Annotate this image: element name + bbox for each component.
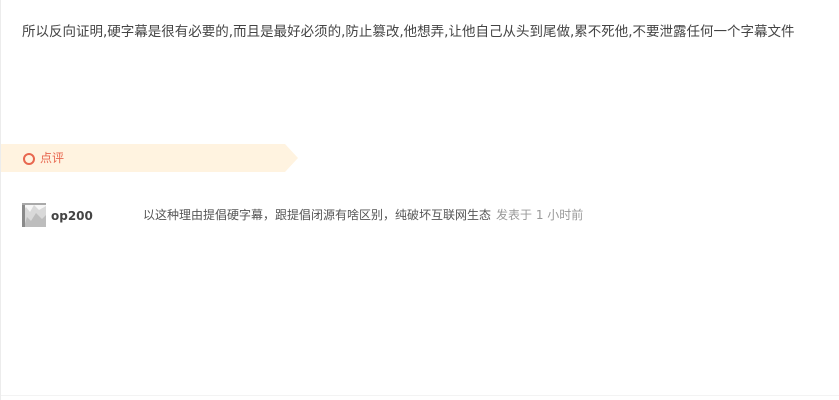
circle-icon xyxy=(23,153,35,165)
post-body-text: 所以反向证明,硬字幕是很有必要的,而且是最好必须的,防止篡改,他想弄,让他自己从… xyxy=(22,24,795,40)
rate-section-title: 点评 xyxy=(40,151,65,165)
comment-username[interactable]: op200 xyxy=(51,208,93,224)
comment-content: 以这种理由提倡硬字幕，跟提倡闭源有啥区别，纯破坏互联网生态 xyxy=(143,208,492,222)
avatar-image-icon xyxy=(22,203,46,227)
comment-text: 以这种理由提倡硬字幕，跟提倡闭源有啥区别，纯破坏互联网生态 发表于 1 小时前 xyxy=(143,207,583,223)
avatar[interactable] xyxy=(22,203,46,227)
rate-section-header: 点评 xyxy=(1,144,298,172)
comment-timestamp: 发表于 1 小时前 xyxy=(496,208,584,222)
comment-item: op200 以这种理由提倡硬字幕，跟提倡闭源有啥区别，纯破坏互联网生态 发表于 1… xyxy=(22,203,822,229)
post-page: 所以反向证明,硬字幕是很有必要的,而且是最好必须的,防止篡改,他想弄,让他自己从… xyxy=(0,0,839,400)
divider xyxy=(1,395,839,396)
